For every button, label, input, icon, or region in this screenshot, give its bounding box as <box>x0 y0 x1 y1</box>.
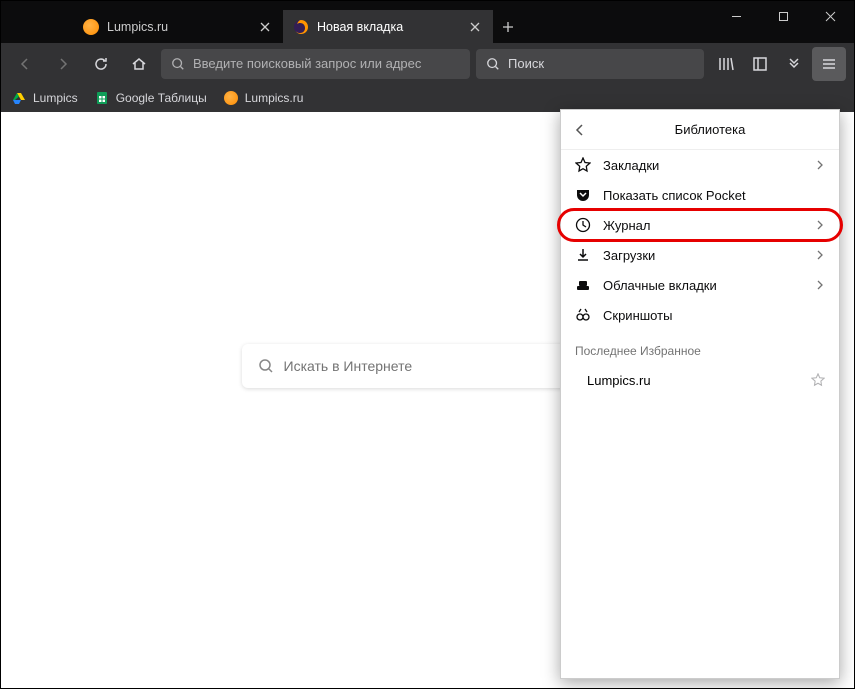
sidebar-button[interactable] <box>744 48 776 80</box>
chevron-right-icon <box>815 280 825 290</box>
tab-label: Lumpics.ru <box>107 20 257 34</box>
panel-item-bookmarks[interactable]: Закладки <box>561 150 839 180</box>
screenshot-icon <box>575 307 591 323</box>
search-icon <box>171 57 185 71</box>
toolbar-right <box>710 47 846 81</box>
tab-label: Новая вкладка <box>317 20 467 34</box>
bookmark-item[interactable]: Lumpics.ru <box>223 90 304 106</box>
home-button[interactable] <box>123 48 155 80</box>
download-icon <box>575 247 591 263</box>
panel-title: Библиотека <box>593 122 827 137</box>
tab-active[interactable]: Новая вкладка <box>283 10 493 43</box>
tab-inactive[interactable]: Lumpics.ru <box>73 10 283 43</box>
favicon-firefox <box>293 19 309 35</box>
star-icon <box>575 157 591 173</box>
search-icon <box>486 57 500 71</box>
panel-item-history[interactable]: Журнал <box>561 210 839 240</box>
panel-item-downloads[interactable]: Загрузки <box>561 240 839 270</box>
url-placeholder: Введите поисковый запрос или адрес <box>193 56 421 71</box>
new-tab-button[interactable] <box>493 10 523 43</box>
panel-item-label: Закладки <box>603 158 803 173</box>
bookmark-label: Lumpics.ru <box>245 91 304 105</box>
bookmark-label: Google Таблицы <box>116 91 207 105</box>
panel-recent-item-label: Lumpics.ru <box>587 373 651 388</box>
tab-spacer <box>1 1 73 43</box>
close-window-button[interactable] <box>807 1 854 31</box>
sheets-icon <box>94 90 110 106</box>
drive-icon <box>11 90 27 106</box>
reload-button[interactable] <box>85 48 117 80</box>
newtab-search[interactable]: Искать в Интернете <box>242 344 614 388</box>
tab-close-icon[interactable] <box>467 19 483 35</box>
panel-back-button[interactable] <box>573 123 593 137</box>
favicon-lumpics <box>83 19 99 35</box>
tab-close-icon[interactable] <box>257 19 273 35</box>
url-bar[interactable]: Введите поисковый запрос или адрес <box>161 49 470 79</box>
star-outline-icon[interactable] <box>811 373 825 387</box>
panel-recent-item[interactable]: Lumpics.ru <box>561 364 839 396</box>
back-button[interactable] <box>9 48 41 80</box>
panel-recent-label: Последнее Избранное <box>561 330 839 364</box>
toolbar: Введите поисковый запрос или адрес Поиск <box>1 43 854 84</box>
panel-item-label: Облачные вкладки <box>603 278 803 293</box>
panel-item-synced-tabs[interactable]: Облачные вкладки <box>561 270 839 300</box>
search-placeholder: Поиск <box>508 56 544 71</box>
history-icon <box>575 217 591 233</box>
newtab-search-placeholder: Искать в Интернете <box>284 358 413 374</box>
panel-item-pocket[interactable]: Показать список Pocket <box>561 180 839 210</box>
maximize-button[interactable] <box>760 1 807 31</box>
search-bar[interactable]: Поиск <box>476 49 704 79</box>
forward-button[interactable] <box>47 48 79 80</box>
panel-header: Библиотека <box>561 110 839 150</box>
bookmark-label: Lumpics <box>33 91 78 105</box>
bookmark-item[interactable]: Google Таблицы <box>94 90 207 106</box>
panel-item-label: Скриншоты <box>603 308 825 323</box>
overflow-button[interactable] <box>778 48 810 80</box>
panel-item-label: Журнал <box>603 218 803 233</box>
cloud-icon <box>575 277 591 293</box>
library-panel: Библиотека Закладки Показать список Pock… <box>560 109 840 679</box>
titlebar: Lumpics.ru Новая вкладка <box>1 1 854 43</box>
minimize-button[interactable] <box>713 1 760 31</box>
window-controls <box>713 1 854 43</box>
lumpics-icon <box>223 90 239 106</box>
panel-item-screenshots[interactable]: Скриншоты <box>561 300 839 330</box>
panel-item-label: Показать список Pocket <box>603 188 825 203</box>
chevron-right-icon <box>815 160 825 170</box>
bookmarks-bar: Lumpics Google Таблицы Lumpics.ru <box>1 84 854 112</box>
search-icon <box>258 358 274 374</box>
chevron-right-icon <box>815 250 825 260</box>
pocket-icon <box>575 187 591 203</box>
bookmark-item[interactable]: Lumpics <box>11 90 78 106</box>
panel-item-label: Загрузки <box>603 248 803 263</box>
chevron-right-icon <box>815 220 825 230</box>
library-button[interactable] <box>710 48 742 80</box>
menu-button[interactable] <box>812 47 846 81</box>
